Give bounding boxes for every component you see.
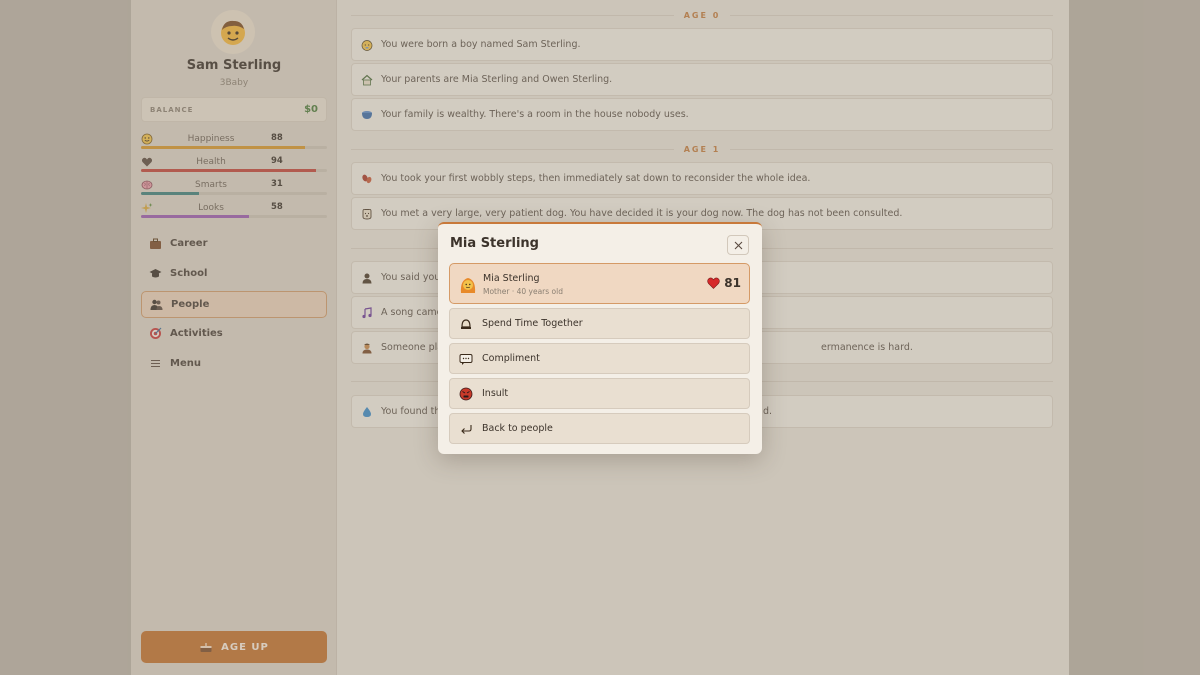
spend-time-button[interactable]: Spend Time Together [449, 308, 750, 339]
heart-icon [707, 277, 720, 289]
relationship-score: 81 [707, 276, 741, 290]
speech-bubble-icon [459, 352, 473, 366]
action-label: Compliment [482, 353, 540, 364]
bell-icon [459, 317, 473, 331]
insult-button[interactable]: Insult [449, 378, 750, 409]
person-meta: Mother · 40 years old [483, 287, 563, 296]
action-label: Back to people [482, 423, 553, 434]
relationship-value: 81 [724, 276, 741, 290]
person-dialog: Mia Sterling Mia Sterling Mother · 40 ye… [438, 222, 762, 454]
back-to-people-button[interactable]: Back to people [449, 413, 750, 444]
compliment-button[interactable]: Compliment [449, 343, 750, 374]
close-button[interactable] [727, 235, 749, 255]
person-card: Mia Sterling Mother · 40 years old 81 [449, 263, 750, 304]
woman-icon [460, 278, 476, 293]
person-name: Mia Sterling [483, 273, 540, 284]
close-icon [734, 241, 742, 249]
return-arrow-icon [459, 422, 473, 436]
dialog-title: Mia Sterling [450, 236, 539, 251]
angry-face-icon [459, 387, 473, 401]
action-label: Insult [482, 388, 509, 399]
action-label: Spend Time Together [482, 318, 583, 329]
